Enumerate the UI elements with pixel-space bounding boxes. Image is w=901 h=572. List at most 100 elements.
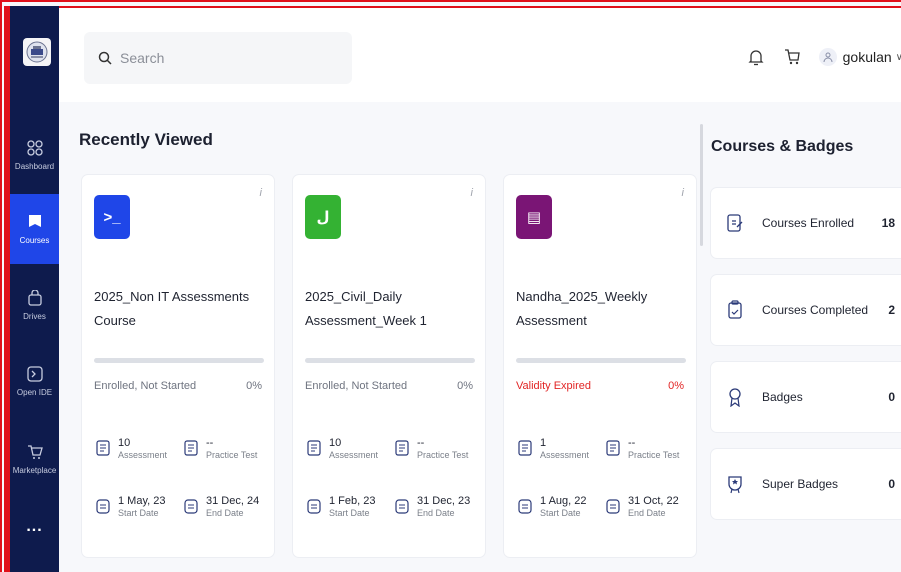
info-icon[interactable]: i — [260, 187, 262, 199]
meta-value: 1 Feb, 23 — [329, 495, 376, 507]
course-tile-icon: ▤ — [516, 195, 552, 239]
scrollbar[interactable] — [700, 124, 703, 246]
sidebar-item-label: Open IDE — [16, 387, 53, 397]
search-box[interactable] — [84, 32, 352, 84]
stat-label: Super Badges — [762, 477, 839, 491]
sidebar-item-marketplace[interactable]: Marketplace — [10, 424, 59, 494]
meta-label: Practice Test — [206, 450, 258, 460]
assessment-count: 10 Assessment — [96, 437, 167, 461]
course-card[interactable]: i ▤ Nandha_2025_Weekly Assessment Validity … — [504, 175, 696, 557]
more-menu-button[interactable]: ... — [10, 518, 59, 536]
sidebar-item-dashboard[interactable]: Dashboard — [10, 120, 59, 190]
cart-icon[interactable] — [783, 48, 801, 66]
terminal-icon — [26, 365, 43, 382]
progress-bar — [305, 358, 475, 363]
end-date: 31 Dec, 24 End Date — [184, 495, 259, 519]
practice-test-count: -- Practice Test — [395, 437, 468, 461]
meta-label: Assessment — [540, 450, 590, 460]
sidebar-item-label: Drives — [23, 311, 46, 321]
course-card[interactable]: i >_ 2025_Non IT Assessments Course Enrolle… — [82, 175, 274, 557]
assessment-icon — [518, 440, 532, 456]
meta-label: Start Date — [118, 508, 159, 518]
calendar-icon — [518, 498, 532, 514]
meta-label: Start Date — [329, 508, 370, 518]
meta-value: 1 Aug, 22 — [540, 495, 587, 507]
search-input[interactable] — [120, 50, 340, 66]
meta-value: 1 May, 23 — [118, 495, 166, 507]
sidebar-item-label: Dashboard — [14, 161, 55, 171]
meta-value: 31 Oct, 22 — [628, 495, 679, 507]
info-icon[interactable]: i — [682, 187, 684, 199]
sidebar-item-courses[interactable]: Courses — [10, 194, 59, 264]
user-menu[interactable]: gokulan ∨ — [818, 48, 901, 66]
grid-icon — [26, 139, 43, 156]
notification-bell-icon[interactable] — [747, 48, 765, 66]
calendar-icon — [96, 498, 110, 514]
super-badge-icon — [728, 476, 742, 494]
start-date: 1 May, 23 Start Date — [96, 495, 166, 519]
meta-label: End Date — [628, 508, 666, 518]
sidebar-item-drives[interactable]: Drives — [10, 270, 59, 340]
stat-value: 0 — [888, 390, 895, 404]
course-title[interactable]: Nandha_2025_Weekly Assessment — [516, 285, 686, 333]
book-icon — [28, 214, 41, 227]
sidebar-item-label: Marketplace — [12, 465, 57, 475]
cart-icon — [27, 444, 43, 459]
practice-test-icon — [184, 440, 198, 456]
stat-badges[interactable]: Badges 0 — [711, 362, 901, 432]
meta-label: Assessment — [118, 450, 168, 460]
practice-test-icon — [395, 440, 409, 456]
course-title[interactable]: 2025_Non IT Assessments Course — [94, 285, 264, 333]
meta-value: -- — [417, 437, 425, 449]
progress-bar — [516, 358, 686, 363]
course-tile-icon: >_ — [94, 195, 130, 239]
section-title: Recently Viewed — [79, 130, 213, 149]
course-card[interactable]: i ل 2025_Civil_Daily Assessment_Week 1 Enro… — [293, 175, 485, 557]
sidebar-item-open-ide[interactable]: Open IDE — [10, 346, 59, 416]
assessment-icon — [307, 440, 321, 456]
progress-percent: 0% — [668, 380, 684, 392]
enrolled-icon — [727, 214, 743, 232]
practice-test-icon — [606, 440, 620, 456]
calendar-icon — [395, 498, 409, 514]
stat-label: Courses Completed — [762, 303, 869, 317]
meta-label: Practice Test — [417, 450, 469, 460]
course-status: Enrolled, Not Started — [94, 380, 197, 392]
meta-value: 31 Dec, 24 — [206, 495, 260, 507]
info-icon[interactable]: i — [471, 187, 473, 199]
calendar-icon — [307, 498, 321, 514]
chevron-down-icon: ∨ — [896, 52, 901, 63]
meta-label: End Date — [417, 508, 455, 518]
app-frame: Dashboard Courses Drives Open IDE Market… — [0, 0, 901, 572]
top-actions: gokulan ∨ — [747, 48, 901, 66]
stat-courses-enrolled[interactable]: Courses Enrolled 18 — [711, 188, 901, 258]
username: gokulan — [842, 49, 892, 65]
stat-courses-completed[interactable]: Courses Completed 2 — [711, 275, 901, 345]
stat-value: 18 — [881, 216, 895, 230]
search-icon — [98, 51, 112, 65]
progress-percent: 0% — [457, 380, 473, 392]
stat-super-badges[interactable]: Super Badges 0 — [711, 449, 901, 519]
meta-value: 10 — [329, 437, 342, 449]
meta-label: Practice Test — [628, 450, 680, 460]
logo-emblem-icon — [26, 41, 48, 63]
assessment-count: 1 Assessment — [518, 437, 589, 461]
meta-label: Start Date — [540, 508, 581, 518]
meta-value: -- — [206, 437, 214, 449]
avatar — [818, 48, 837, 66]
right-panel-title: Courses & Badges — [711, 138, 854, 155]
stat-label: Courses Enrolled — [762, 216, 855, 230]
bag-icon — [27, 289, 42, 306]
user-icon — [823, 52, 833, 62]
practice-test-count: -- Practice Test — [606, 437, 679, 461]
end-date: 31 Dec, 23 End Date — [395, 495, 470, 519]
meta-value: -- — [628, 437, 636, 449]
progress-bar — [94, 358, 264, 363]
stat-value: 2 — [888, 303, 895, 317]
progress-percent: 0% — [246, 380, 262, 392]
assessment-icon — [96, 440, 110, 456]
course-title[interactable]: 2025_Civil_Daily Assessment_Week 1 — [305, 285, 475, 333]
logo[interactable] — [23, 38, 51, 66]
course-tile-icon: ل — [305, 195, 341, 239]
meta-label: End Date — [206, 508, 244, 518]
